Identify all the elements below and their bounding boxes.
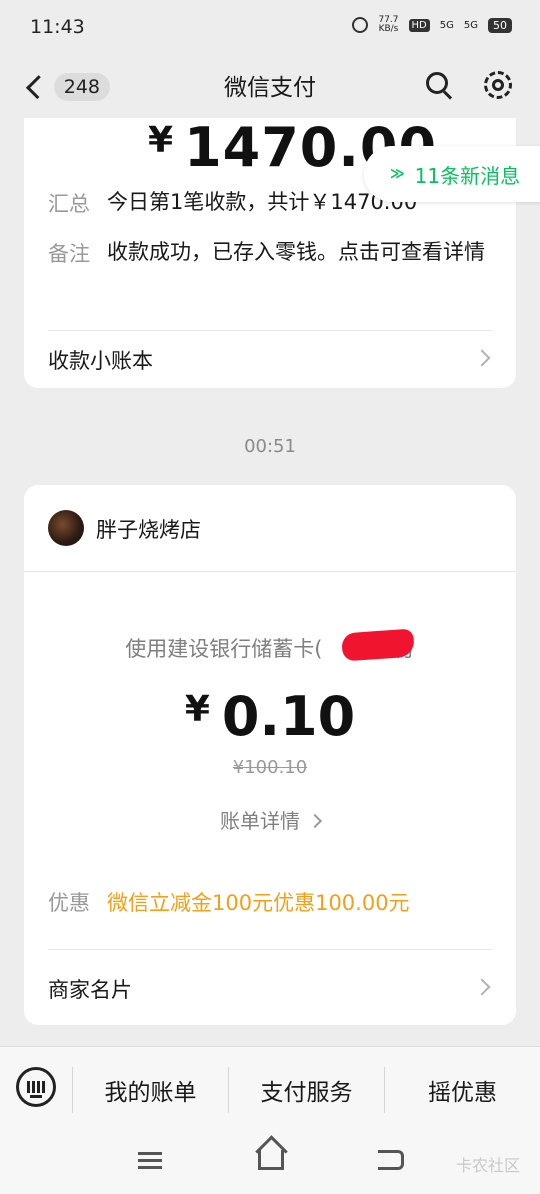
menu-my-bills[interactable]: 我的账单 bbox=[73, 1073, 228, 1107]
battery-icon: 50 bbox=[488, 17, 512, 33]
bottom-menu: 我的账单 支付服务 摇优惠 bbox=[0, 1046, 540, 1132]
merchant-name: 胖子烧烤店 bbox=[96, 518, 201, 542]
avatar bbox=[48, 510, 84, 546]
signal-icon: 5G bbox=[439, 19, 454, 31]
merchant-row[interactable]: 胖子烧烤店 bbox=[24, 485, 516, 571]
keyboard-icon bbox=[27, 1081, 45, 1093]
payment-card[interactable]: 胖子烧烤店 使用建设银行储蓄卡( )支付 ¥0.10 ¥100.10 账单详情 … bbox=[24, 485, 516, 1025]
status-time: 11:43 bbox=[30, 16, 85, 38]
menu-icon[interactable] bbox=[138, 1152, 162, 1170]
system-nav-bar: 卡农社区 bbox=[0, 1132, 540, 1194]
double-up-arrow-icon: ≫ bbox=[390, 166, 405, 182]
status-bar: 11:43 77.7 KB/s HD 5G 5G 50 bbox=[0, 0, 540, 56]
chevron-right-icon bbox=[473, 349, 491, 367]
merchant-card-link[interactable]: 商家名片 bbox=[24, 960, 516, 1016]
keyboard-toggle-button[interactable] bbox=[16, 1067, 56, 1107]
alarm-icon bbox=[352, 17, 369, 33]
note-value: 收款成功，已存入零钱。点击可查看详情 bbox=[107, 240, 485, 264]
unread-count-badge: 248 bbox=[53, 73, 110, 101]
message-timestamp: 00:51 bbox=[244, 436, 296, 457]
watermark: 卡农社区 bbox=[455, 1156, 520, 1175]
discount-label: 优惠 bbox=[48, 891, 90, 915]
payment-amount: ¥0.10 bbox=[184, 685, 356, 748]
original-amount: ¥100.10 bbox=[232, 757, 308, 778]
status-icons: 77.7 KB/s HD 5G 5G 50 bbox=[352, 16, 512, 34]
divider bbox=[24, 571, 516, 572]
home-icon[interactable] bbox=[258, 1150, 284, 1170]
new-messages-label: 11条新消息 bbox=[414, 163, 521, 188]
signal-icon-2: 5G bbox=[463, 19, 478, 31]
summary-label: 汇总 bbox=[48, 192, 90, 216]
back-chevron-icon bbox=[25, 75, 50, 99]
ledger-link-label: 收款小账本 bbox=[48, 349, 153, 373]
bill-detail-link[interactable]: 账单详情 bbox=[24, 805, 516, 834]
payment-method: 使用建设银行储蓄卡( )支付 bbox=[125, 637, 415, 661]
search-button[interactable] bbox=[424, 70, 454, 100]
chevron-right-icon bbox=[473, 978, 491, 996]
network-speed: 77.7 KB/s bbox=[378, 15, 399, 34]
menu-shake-discounts[interactable]: 摇优惠 bbox=[385, 1073, 540, 1107]
back-icon[interactable] bbox=[378, 1150, 404, 1170]
note-label: 备注 bbox=[48, 242, 90, 266]
chevron-right-icon bbox=[307, 813, 323, 829]
back-button[interactable]: 248 bbox=[20, 70, 110, 104]
discount-value: 微信立减金100元优惠100.00元 bbox=[107, 891, 410, 915]
ledger-link[interactable]: 收款小账本 bbox=[24, 331, 516, 387]
nav-bar: 微信支付 248 bbox=[0, 56, 540, 118]
settings-button[interactable] bbox=[482, 69, 514, 101]
new-messages-button[interactable]: ≫ 11条新消息 bbox=[364, 146, 540, 202]
hd-icon: HD bbox=[408, 18, 430, 32]
menu-payment-services[interactable]: 支付服务 bbox=[229, 1073, 384, 1107]
merchant-card-label: 商家名片 bbox=[48, 978, 132, 1002]
divider bbox=[48, 949, 492, 950]
